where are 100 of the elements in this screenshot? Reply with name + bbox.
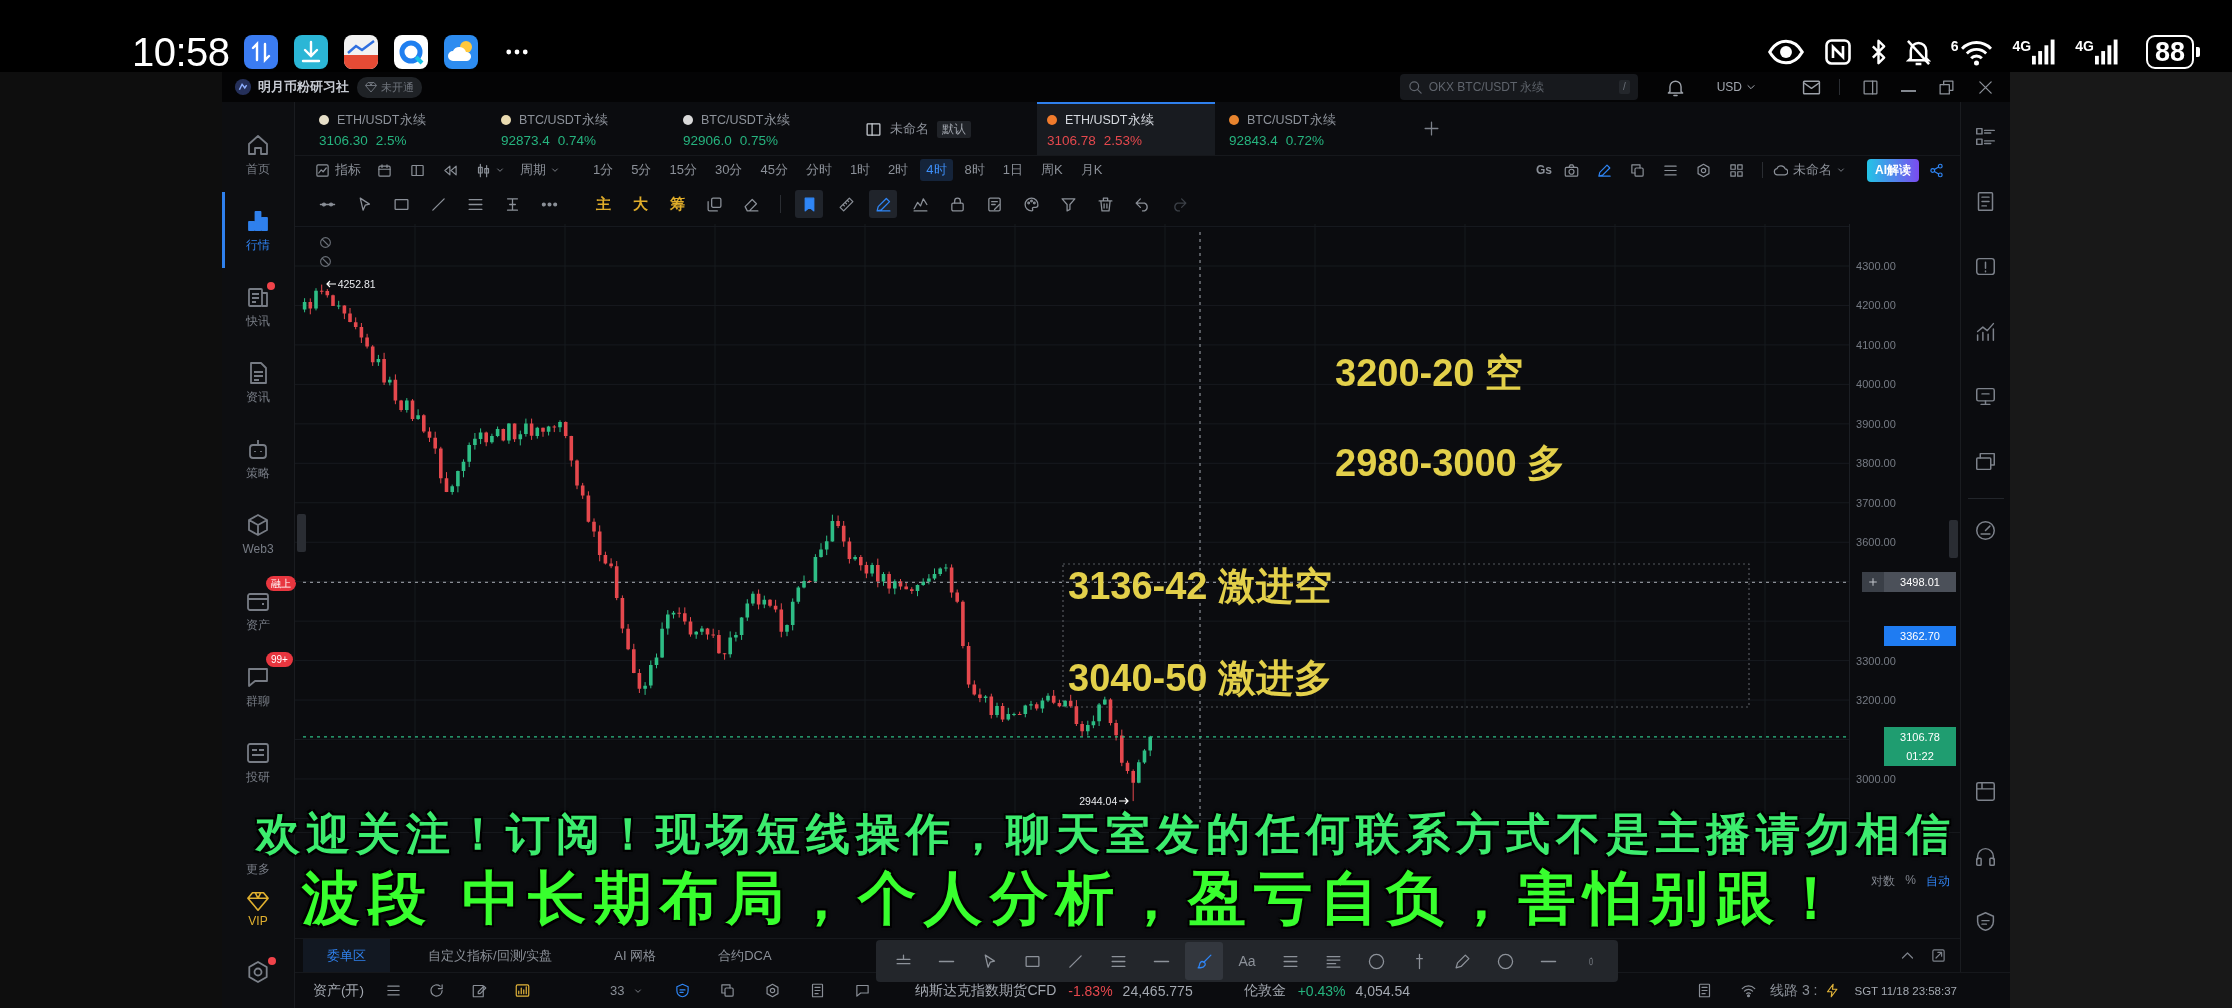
undo-icon[interactable] bbox=[1133, 195, 1151, 213]
nav-item[interactable]: Web3 bbox=[222, 496, 294, 572]
brush-icon[interactable] bbox=[1195, 952, 1213, 970]
nav-item[interactable]: 资产 融上 bbox=[222, 572, 294, 648]
scale-option[interactable]: 自动 bbox=[1926, 873, 1950, 890]
timeframe-tab[interactable]: 4时 bbox=[920, 159, 953, 181]
tool-button[interactable] bbox=[795, 190, 823, 218]
panel-tab[interactable]: 自定义指标/回测/实盘 bbox=[404, 939, 577, 972]
lock-icon[interactable] bbox=[948, 195, 966, 213]
share-icon[interactable] bbox=[1929, 162, 1944, 178]
nav-item[interactable]: 首页 bbox=[222, 116, 294, 192]
diagonal-line-icon[interactable] bbox=[429, 195, 447, 213]
timeframe-tab[interactable]: 30分 bbox=[708, 159, 749, 181]
restore-icon[interactable] bbox=[1938, 78, 1955, 96]
overlay-toggle[interactable]: 主 bbox=[589, 194, 617, 214]
layout-dropdown[interactable]: 未命名 bbox=[1773, 161, 1845, 179]
chart-tab[interactable]: BTC/USDT永续 92906.0 0.75% bbox=[673, 102, 851, 155]
plus-icon[interactable] bbox=[1423, 120, 1440, 137]
gear-icon[interactable] bbox=[765, 983, 781, 998]
headset-icon[interactable] bbox=[1975, 846, 1996, 867]
chart-type-button[interactable] bbox=[476, 162, 504, 178]
collapse-handle[interactable] bbox=[1949, 520, 1958, 558]
columns-icon[interactable] bbox=[410, 162, 425, 178]
period-dropdown[interactable]: 周期 bbox=[520, 161, 559, 179]
alert-icon[interactable] bbox=[1975, 256, 1996, 277]
edit-icon[interactable] bbox=[472, 983, 487, 998]
circle-icon[interactable] bbox=[1496, 952, 1514, 970]
ai-button[interactable]: AI解读 bbox=[1867, 158, 1919, 182]
timeframe-tab[interactable]: 1分 bbox=[587, 159, 620, 181]
text-tool-button[interactable]: Aa bbox=[1228, 942, 1266, 980]
panel-tab[interactable]: 委单区 bbox=[303, 939, 390, 972]
gauge-icon[interactable] bbox=[1975, 520, 1996, 541]
timeframe-tab[interactable]: 8时 bbox=[958, 159, 991, 181]
panel-tab[interactable]: AI 网格 bbox=[590, 939, 681, 972]
speed-button[interactable]: Gs bbox=[1536, 163, 1552, 177]
menu-icon[interactable] bbox=[386, 983, 401, 998]
nav-item[interactable]: 策略 bbox=[222, 420, 294, 496]
nav-item[interactable]: VIP bbox=[222, 890, 294, 948]
copy-icon[interactable] bbox=[720, 983, 736, 998]
connection-route[interactable]: 线路 3 : bbox=[1770, 981, 1818, 1000]
refresh-icon[interactable] bbox=[429, 983, 444, 998]
collapse-handle[interactable] bbox=[297, 514, 306, 552]
panel-tab[interactable]: 合约DCA bbox=[694, 939, 796, 972]
calendar-icon[interactable] bbox=[377, 162, 392, 178]
pen-icon[interactable] bbox=[874, 195, 892, 213]
copy-icon[interactable] bbox=[1630, 162, 1645, 178]
chart-up-icon[interactable] bbox=[1975, 321, 1996, 342]
overlay-toggle[interactable]: 筹 bbox=[663, 194, 691, 214]
chat-icon[interactable] bbox=[855, 983, 871, 998]
nav-item[interactable]: 投研 bbox=[222, 724, 294, 800]
bell-icon[interactable] bbox=[1665, 77, 1685, 97]
timeframe-tab[interactable]: 1日 bbox=[996, 159, 1030, 181]
tool-button[interactable] bbox=[869, 190, 897, 218]
nav-item[interactable]: 快讯 bbox=[222, 268, 294, 344]
scale-option[interactable]: % bbox=[1905, 873, 1916, 887]
membership-button[interactable]: 未开通 bbox=[357, 76, 422, 98]
timeframe-tab[interactable]: 2时 bbox=[882, 159, 915, 181]
close-icon[interactable] bbox=[1977, 78, 1994, 96]
timeframe-tab[interactable]: 45分 bbox=[754, 159, 794, 181]
trash-icon[interactable] bbox=[1096, 195, 1114, 213]
slashed-circle-icon[interactable] bbox=[319, 236, 332, 249]
settings-icon[interactable] bbox=[246, 960, 270, 984]
document-icon[interactable] bbox=[1975, 191, 1996, 212]
chart-box-icon[interactable] bbox=[515, 983, 530, 998]
chart-tab[interactable]: BTC/USDT永续 92843.4 0.72% bbox=[1219, 102, 1397, 155]
cards-icon[interactable] bbox=[1975, 451, 1996, 472]
camera-icon[interactable] bbox=[1564, 162, 1579, 178]
timeframe-tab[interactable]: 月K bbox=[1074, 159, 1109, 181]
circle-icon[interactable] bbox=[1367, 952, 1385, 970]
chart-tab[interactable]: 未命名 默认 bbox=[855, 102, 1033, 155]
zigzag-icon[interactable] bbox=[911, 195, 929, 213]
nav-item[interactable]: 资讯 bbox=[222, 344, 294, 420]
pen-icon[interactable] bbox=[1597, 162, 1612, 178]
nav-item[interactable]: 更多 bbox=[222, 862, 294, 876]
shield-icon[interactable] bbox=[1975, 911, 1996, 932]
currency-dropdown[interactable]: USD bbox=[1716, 80, 1756, 94]
slashed-circle-icon[interactable] bbox=[319, 255, 332, 268]
note-icon[interactable] bbox=[985, 195, 1003, 213]
panel-icon[interactable] bbox=[1862, 78, 1879, 96]
chart-tab[interactable]: ETH/USDT永续 3106.30 2.5% bbox=[309, 102, 487, 155]
expand-icon[interactable] bbox=[1931, 948, 1946, 963]
account-label[interactable]: 资产(开) bbox=[313, 981, 364, 1000]
ruler-icon[interactable] bbox=[837, 195, 855, 213]
layers-icon[interactable] bbox=[705, 195, 723, 213]
add-alert-button[interactable] bbox=[1862, 572, 1884, 593]
document-icon[interactable] bbox=[810, 983, 826, 998]
chart-tab[interactable]: BTC/USDT永续 92873.4 0.74% bbox=[491, 102, 669, 155]
leverage-dropdown[interactable]: 33 bbox=[610, 983, 643, 998]
mail-icon[interactable] bbox=[1802, 77, 1821, 97]
timeframe-tab[interactable]: 5分 bbox=[625, 159, 658, 181]
overlay-toggle[interactable]: 大 bbox=[626, 194, 654, 214]
window-icon[interactable] bbox=[1975, 781, 1996, 802]
timeframe-tab[interactable]: 周K bbox=[1035, 159, 1069, 181]
palette-icon[interactable] bbox=[1022, 195, 1040, 213]
timeframe-tab[interactable]: 1时 bbox=[843, 159, 877, 181]
menu-icon[interactable] bbox=[1663, 162, 1678, 178]
monitor-icon[interactable] bbox=[1975, 386, 1996, 407]
chart-tab[interactable]: ETH/USDT永续 3106.78 2.53% bbox=[1037, 102, 1215, 155]
indicators-button[interactable]: 指标 bbox=[315, 161, 361, 179]
timeframe-tab[interactable]: 15分 bbox=[663, 159, 703, 181]
